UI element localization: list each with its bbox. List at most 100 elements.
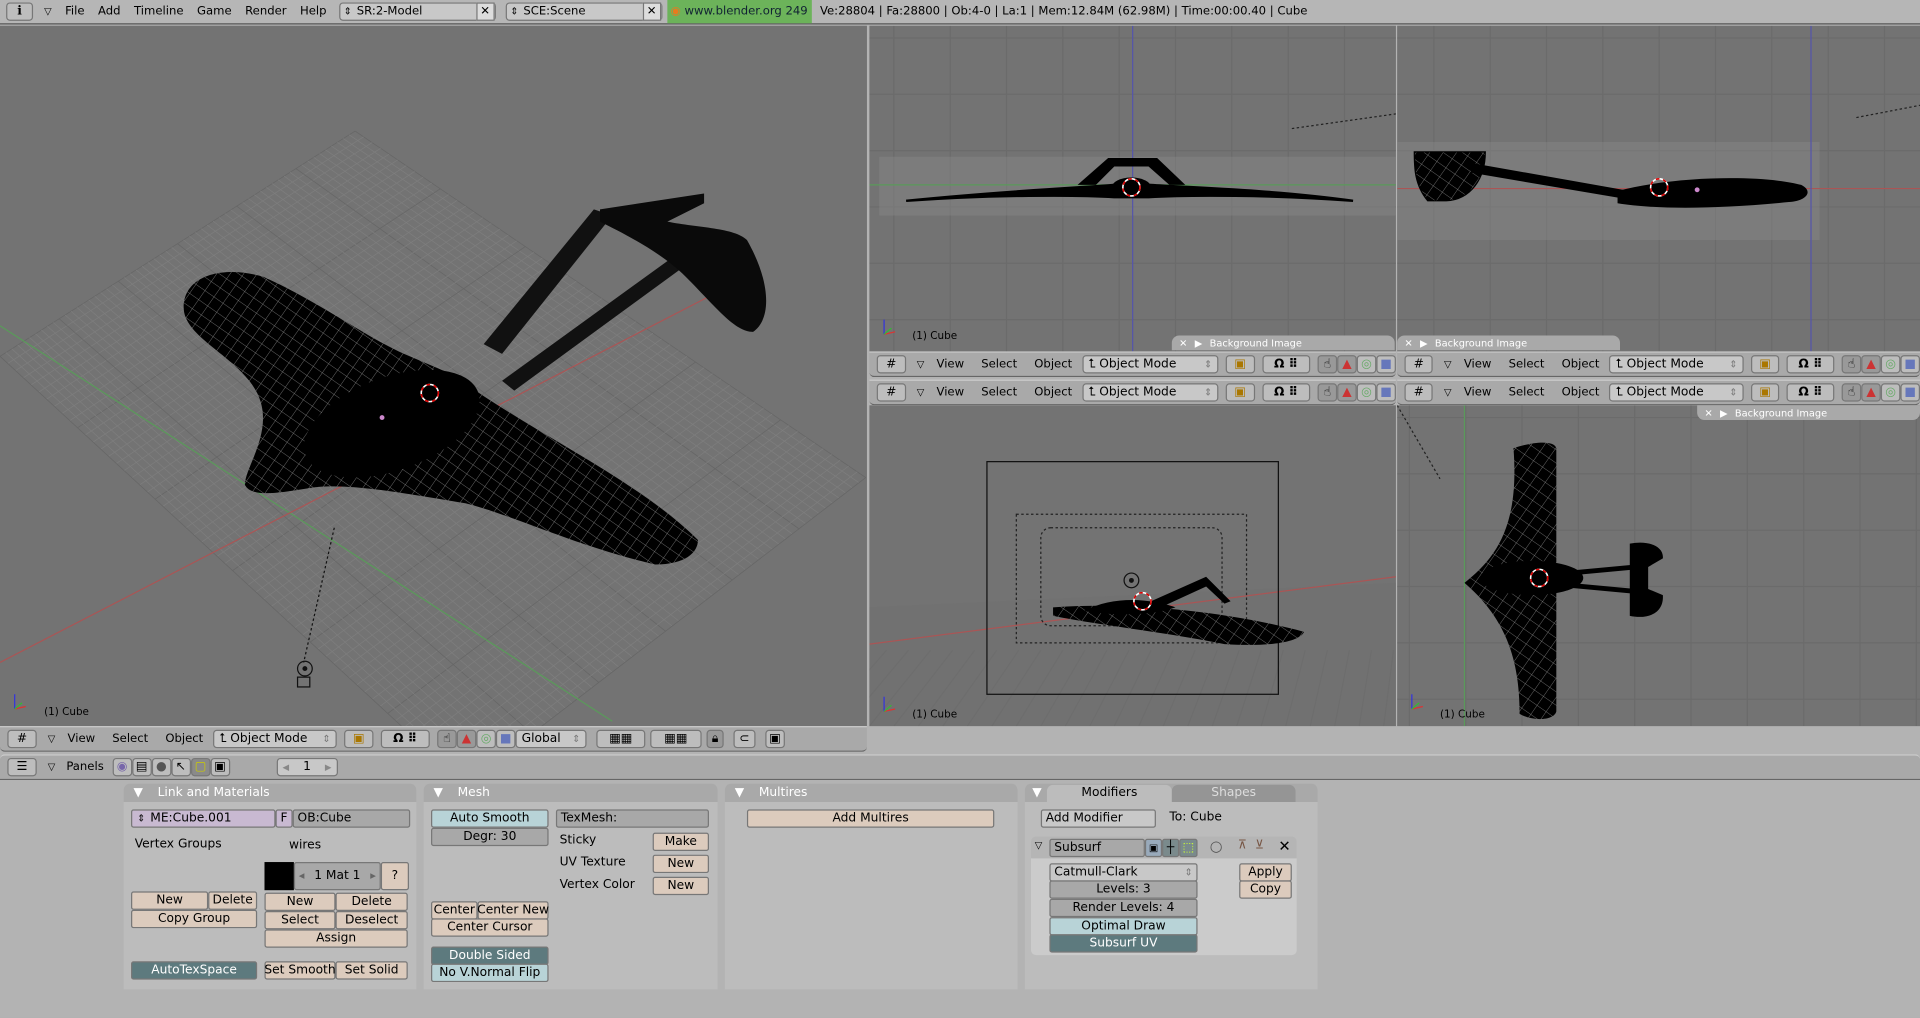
manipulator-toggle-icon[interactable]: ☝ [1317,355,1338,374]
collapse-triangle-icon[interactable]: ▽ [48,733,56,744]
window-type-icon[interactable]: ☰ [7,757,37,777]
modifier-name-field[interactable]: Subsurf [1049,838,1145,858]
collapse-triangle-icon[interactable]: ▽ [1444,387,1452,398]
collapse-triangle-icon[interactable]: ▽ [917,359,925,370]
collapse-triangle-icon[interactable]: ▽ [1444,359,1452,370]
smooth-degree-field[interactable]: Degr: 30 [431,827,549,847]
material-index-field[interactable]: ◀ 1 Mat 1 ▶ [293,862,381,891]
scale-manipulator-icon[interactable]: ■ [495,729,516,749]
menu-add[interactable]: Add [98,5,121,18]
apply-modifier-button[interactable]: Apply [1239,863,1292,882]
menu-object[interactable]: Object [1562,386,1600,399]
translate-manipulator-icon[interactable]: ▲ [1337,355,1357,374]
layer-buttons-1[interactable]: ▦▦ [596,729,646,749]
object-name-field[interactable]: OB:Cube [292,809,411,828]
menu-object[interactable]: Object [1562,358,1600,371]
close-screen-icon[interactable]: ✕ [475,2,495,21]
render-levels-field[interactable]: Render Levels: 4 [1049,898,1198,918]
script-context-icon[interactable]: ▤ [131,757,152,777]
mode-dropdown[interactable]: ⮤ Object Mode ⇕ [1081,355,1219,374]
close-scene-icon[interactable]: ✕ [642,2,661,21]
levels-field[interactable]: Levels: 3 [1049,880,1198,899]
set-solid-button[interactable]: Set Solid [335,961,408,980]
window-type-icon[interactable]: # [876,383,906,402]
manipulator-toggle-icon[interactable]: ☝ [1317,383,1338,402]
modifier-collapse-icon[interactable]: ▽ [1035,840,1043,851]
panels-menu[interactable]: Panels [66,760,103,773]
menu-view[interactable]: View [936,358,964,371]
menu-view[interactable]: View [936,386,964,399]
pivot-point-icon[interactable]: Ω ⠿ [1786,383,1835,402]
material-deselect-button[interactable]: Deselect [335,911,408,930]
close-icon[interactable]: ✕ [1404,337,1412,348]
center-cursor-button[interactable]: Center Cursor [431,918,549,937]
manipulator-toggle-icon[interactable]: ☝ [437,729,457,749]
render-toggle-icon[interactable]: ▣ [1144,838,1163,858]
mesh-datablock-field[interactable]: ⇕ ME:Cube.001 [131,809,276,828]
screen-selector[interactable]: ⇕ SR:2-Model ✕ [338,2,496,21]
window-type-icon[interactable]: # [1404,355,1434,374]
scale-manipulator-icon[interactable]: ■ [1900,383,1920,402]
window-type-icon[interactable]: # [1404,383,1434,402]
material-help-button[interactable]: ? [380,862,409,891]
scene-selector[interactable]: ⇕ SCE:Scene ✕ [505,2,663,21]
tab-shapes[interactable]: Shapes [1171,784,1296,803]
rotate-manipulator-icon[interactable]: ◎ [476,729,496,749]
scale-manipulator-icon[interactable]: ■ [1376,355,1396,374]
uv-texture-new-button[interactable]: New [652,854,709,874]
object-context-icon[interactable]: ↖ [171,757,191,777]
scale-manipulator-icon[interactable]: ■ [1376,383,1396,402]
draw-type-icon[interactable]: ▣ [1750,355,1780,374]
tab-modifiers[interactable]: Modifiers [1046,784,1172,803]
browse-icon[interactable]: ⇕ [137,813,145,824]
frame-number-field[interactable]: ◀ 1 ▶ [276,757,338,777]
background-image-panel-tab[interactable]: ✕ ▶ Background Image [1697,405,1920,421]
copy-modifier-button[interactable]: Copy [1239,880,1292,899]
menu-render[interactable]: Render [245,5,286,18]
menu-select[interactable]: Select [981,386,1017,399]
menu-help[interactable]: Help [300,5,327,18]
menu-view[interactable]: View [1464,386,1492,399]
website-link[interactable]: ◉ www.blender.org 249 [666,0,812,24]
logic-context-icon[interactable]: ◉ [112,757,132,777]
menu-view[interactable]: View [68,732,96,745]
translate-manipulator-icon[interactable]: ▲ [456,729,477,749]
collapse-triangle-icon[interactable]: ▽ [44,6,52,17]
translate-manipulator-icon[interactable]: ▲ [1337,383,1357,402]
pivot-point-icon[interactable]: Ω ⠿ [1786,355,1835,374]
3d-viewport-side[interactable] [1397,25,1920,352]
3d-viewport-top[interactable]: (1) Cube [1397,405,1920,727]
no-vnormal-flip-toggle[interactable]: No V.Normal Flip [431,963,549,983]
window-type-icon[interactable]: # [876,355,906,374]
collapse-triangle-icon[interactable]: ▼ [1032,786,1041,799]
menu-object[interactable]: Object [1034,358,1072,371]
center-button[interactable]: Center [431,901,478,920]
collapse-triangle-icon[interactable]: ▼ [735,786,744,799]
shading-context-icon[interactable]: ● [151,757,172,777]
render-preview-icon[interactable]: ▣ [765,729,785,749]
expand-triangle-icon[interactable]: ▶ [1420,337,1428,348]
manipulator-toggle-icon[interactable]: ☝ [1841,355,1862,374]
optimal-draw-toggle[interactable]: Optimal Draw [1049,917,1198,936]
aircraft-model[interactable] [1464,442,1663,720]
vertex-group-new-button[interactable]: New [131,891,209,910]
add-multires-button[interactable]: Add Multires [746,809,995,828]
lock-icon[interactable]: 🔒︎ [706,729,724,749]
panel-header[interactable]: ▼ Link and Materials [123,783,417,803]
orientation-dropdown[interactable]: Global ⇕ [515,729,587,749]
scale-manipulator-icon[interactable]: ■ [1900,355,1920,374]
subdivision-type-dropdown[interactable]: Catmull-Clark ⇕ [1049,863,1198,882]
rotate-manipulator-icon[interactable]: ◎ [1356,355,1377,374]
subsurf-uv-toggle[interactable]: Subsurf UV [1049,934,1198,953]
translate-manipulator-icon[interactable]: ▲ [1861,355,1881,374]
info-window-icon[interactable]: i [6,2,34,21]
3d-viewport-perspective[interactable]: (1) Cube [0,25,867,727]
camera-object[interactable] [296,676,311,688]
window-type-icon[interactable]: # [7,729,37,749]
mode-dropdown[interactable]: ⮤ Object Mode ⇕ [1609,383,1744,402]
pivot-point-icon[interactable]: Ω ⠿ [1261,383,1311,402]
expand-triangle-icon[interactable]: ▶ [1720,407,1728,418]
3d-viewport-camera[interactable]: (1) Cube [869,405,1396,727]
material-color-swatch[interactable] [264,862,294,891]
draw-type-icon[interactable]: ▣ [1750,383,1780,402]
